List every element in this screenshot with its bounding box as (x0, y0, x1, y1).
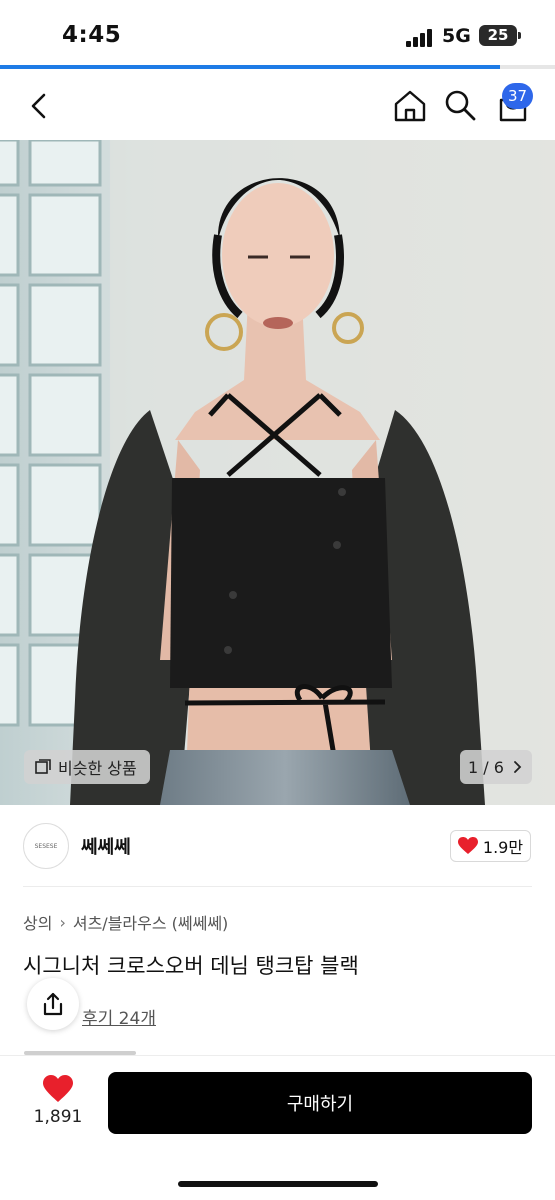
signal-icon (406, 29, 434, 47)
page-load-progress-fill (0, 65, 500, 69)
breadcrumb-category[interactable]: 상의 (23, 910, 52, 934)
divider (23, 886, 532, 887)
similar-products-label: 비슷한 상품 (58, 759, 137, 778)
brand-name[interactable]: 쎄쎄쎄 (81, 833, 131, 859)
top-nav-bar (0, 70, 555, 140)
similar-items-icon (35, 759, 51, 774)
brand-logo[interactable]: SESESE (23, 823, 69, 869)
share-button[interactable] (27, 978, 79, 1030)
similar-products-button[interactable]: 비슷한 상품 (24, 750, 150, 784)
product-photo[interactable] (0, 140, 555, 805)
home-indicator (178, 1181, 378, 1187)
breadcrumb-subcategory[interactable]: 셔츠/블라우스 (쎄쎄쎄) (73, 910, 228, 934)
review-link[interactable]: 후기 24개 (82, 1004, 156, 1029)
network-label: 5G (442, 25, 471, 47)
buy-button[interactable]: 구매하기 (108, 1072, 532, 1134)
back-icon[interactable] (22, 88, 58, 124)
search-icon[interactable] (442, 87, 478, 123)
buy-button-label: 구매하기 (286, 1094, 354, 1115)
chevron-right-icon: › (59, 912, 66, 932)
cart-count-badge: 37 (502, 83, 534, 109)
product-photo-illustration (0, 140, 555, 805)
image-pager[interactable]: 1 / 6 (460, 750, 532, 784)
share-icon (43, 992, 63, 1016)
page-load-progress (0, 65, 555, 69)
breadcrumb: 상의 › 셔츠/블라우스 (쎄쎄쎄) (23, 910, 228, 934)
brand-like-count: 1.9만 (482, 838, 524, 857)
wishlist-heart-icon[interactable] (43, 1075, 73, 1103)
battery-tip (518, 32, 521, 39)
chevron-right-icon (514, 761, 522, 773)
status-bar: 4:45 5G 25 (0, 0, 555, 66)
battery-level: 25 (487, 26, 509, 44)
home-icon[interactable] (392, 88, 428, 124)
heart-icon (457, 837, 478, 854)
brand-logo-text: SESESE (34, 842, 58, 850)
wishlist-count: 1,891 (33, 1107, 83, 1127)
brand-like-button[interactable]: 1.9만 (450, 830, 531, 862)
status-time: 4:45 (62, 22, 122, 48)
battery-icon: 25 (479, 25, 517, 46)
product-title: 시그니처 크로스오버 데님 탱크탑 블랙 (23, 954, 359, 978)
image-pager-text: 1 / 6 (468, 757, 504, 777)
